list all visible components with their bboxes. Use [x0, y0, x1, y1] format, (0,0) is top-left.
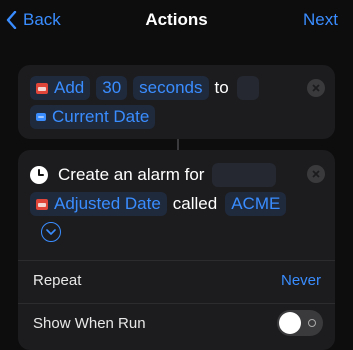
unit-token[interactable]: seconds — [133, 76, 209, 100]
show-when-run-label: Show When Run — [33, 315, 146, 332]
toggle-knob — [279, 312, 301, 334]
divider — [18, 303, 335, 304]
toggle-off-icon — [308, 319, 316, 327]
calendar-icon — [36, 82, 48, 94]
remove-action-button[interactable] — [307, 165, 325, 183]
nav-bar: Back Actions Next — [0, 0, 353, 40]
repeat-value[interactable]: Never — [281, 272, 321, 289]
close-icon — [312, 170, 320, 178]
create-alarm-action-card[interactable]: Create an alarm for Adjusted Date called… — [18, 150, 335, 350]
adjusted-date-token[interactable]: Adjusted Date — [30, 192, 167, 216]
preposition-text: to — [214, 78, 229, 97]
close-icon — [312, 84, 320, 92]
chevron-down-icon — [46, 229, 56, 235]
page-title: Actions — [145, 10, 208, 29]
called-text: called — [172, 194, 218, 213]
alarm-row: Create an alarm for — [30, 163, 282, 187]
current-date-label: Current Date — [52, 107, 150, 126]
next-button[interactable]: Next — [303, 10, 338, 30]
alarm-details-row: Adjusted Date called ACME — [30, 192, 292, 216]
show-when-run-toggle[interactable] — [277, 310, 323, 336]
remove-action-button[interactable] — [307, 79, 325, 97]
current-date-token[interactable]: Current Date — [30, 105, 156, 129]
empty-variable-slot[interactable] — [236, 76, 259, 100]
expand-button[interactable] — [41, 222, 61, 242]
target-row: Current Date — [30, 105, 161, 129]
alarm-label: Create an alarm for — [58, 165, 205, 184]
verb-label: Add — [54, 78, 85, 97]
calendar-icon — [36, 198, 48, 210]
alarm-name-token[interactable]: ACME — [225, 192, 287, 216]
calendar-icon — [36, 113, 46, 121]
verb-token[interactable]: Add — [30, 76, 91, 100]
amount-token[interactable]: 30 — [96, 76, 128, 100]
empty-time-slot[interactable] — [212, 163, 277, 187]
add-to-date-action-card[interactable]: Add 30 seconds to Current Date — [18, 65, 335, 139]
adjusted-date-label: Adjusted Date — [54, 194, 161, 213]
add-action-row: Add 30 seconds to — [30, 76, 265, 100]
clock-icon — [30, 166, 48, 184]
repeat-label: Repeat — [33, 272, 82, 289]
divider — [18, 260, 335, 261]
